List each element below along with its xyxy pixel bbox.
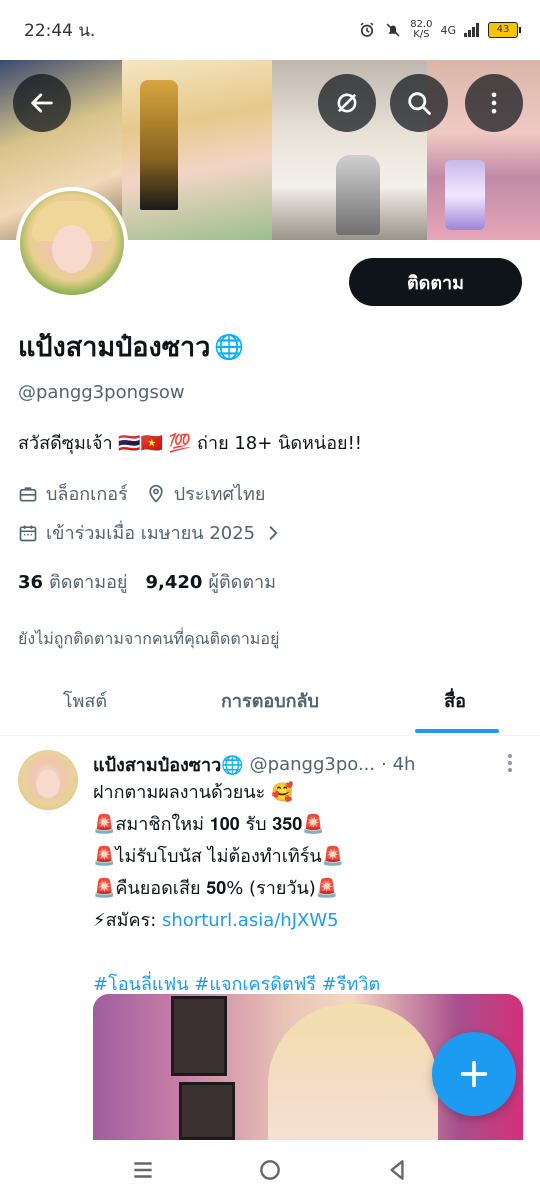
signal-icon	[464, 23, 479, 37]
followers-label: ผู้ติดตาม	[208, 572, 276, 593]
trophy-shape	[140, 80, 178, 210]
banner-photo-2	[122, 60, 272, 240]
post-signup-line: ⚡สมัคร: shorturl.asia/hJXW5	[93, 905, 523, 937]
battery-indicator: 43	[488, 22, 521, 38]
profile-avatar[interactable]	[16, 187, 128, 299]
mute-notification-icon	[386, 23, 400, 37]
profile-joined: เข้าร่วมเมื่อ เมษายน 2025	[46, 523, 256, 544]
post-header: แป้งสามป๋องซาว🌐 @pangg3po... · 4h	[93, 750, 523, 779]
network-speed: 82.0 K/S	[410, 19, 433, 40]
status-icons: 82.0 K/S 4G 43	[358, 19, 521, 40]
profile-category: บล็อกเกอร์	[46, 484, 128, 505]
post-line: 🚨ไม่รับโบนัส ไม่ต้องทำเทิร์น🚨	[93, 846, 345, 867]
profile-name-text: แป้งสามป๋องซาว	[18, 332, 211, 363]
signup-link[interactable]: shorturl.asia/hJXW5	[162, 910, 339, 931]
profile-bio: สวัสดีซุมเจ้า 🇹🇭🇻🇳 💯 ถ่าย 18+ นิดหน่อย!!	[18, 433, 362, 454]
followers-link[interactable]: 9,420 ผู้ติดตาม	[145, 567, 276, 596]
tab-posts[interactable]: โพสต์	[0, 666, 170, 735]
post-more-button[interactable]	[498, 750, 522, 776]
system-nav-bar	[0, 1140, 540, 1200]
network-type: 4G	[440, 23, 456, 37]
back-icon[interactable]	[384, 1157, 410, 1183]
location-pin-icon	[149, 484, 163, 503]
recent-apps-icon[interactable]	[130, 1157, 156, 1183]
back-button[interactable]	[13, 74, 71, 132]
post-avatar-face-shape	[36, 770, 60, 798]
mute-button[interactable]	[318, 74, 376, 132]
post-author-handle[interactable]: @pangg3po...	[250, 754, 375, 775]
alarm-icon	[360, 22, 374, 37]
compose-post-button[interactable]	[432, 1032, 516, 1116]
post-line: ฝากตามผลงานด้วยนะ 🥰	[93, 782, 294, 803]
following-count: 36	[18, 572, 44, 593]
status-time: 22:44 น.	[24, 20, 96, 41]
post-avatar[interactable]	[18, 750, 78, 810]
tab-replies[interactable]: การตอบกลับ	[170, 666, 370, 735]
profile-display-name: แป้งสามป๋องซาว 🌐	[18, 325, 244, 368]
following-link[interactable]: 36 ติดตามอยู่	[18, 567, 127, 596]
more-vertical-icon	[491, 92, 497, 114]
mute-icon	[337, 93, 357, 113]
home-icon[interactable]	[257, 1157, 283, 1183]
followers-count: 9,420	[145, 572, 203, 593]
back-arrow-icon	[31, 93, 53, 113]
hourglass-shape	[445, 160, 485, 230]
follow-button[interactable]: ติดตาม	[349, 258, 522, 306]
profile-meta-row: บล็อกเกอร์ ประเทศไทย	[18, 479, 265, 508]
profile-handle: @pangg3pongsow	[18, 382, 185, 403]
chevron-right-icon	[269, 525, 278, 540]
avatar-face-shape	[52, 225, 92, 273]
search-icon	[408, 92, 431, 115]
status-bar: 22:44 น. 82.0 K/S 4G 43	[0, 0, 540, 60]
statue-shape	[336, 155, 380, 235]
globe-emoji: 🌐	[214, 332, 245, 361]
profile-tabs: โพสต์ การตอบกลับ สื่อ	[0, 666, 540, 736]
tab-media[interactable]: สื่อ	[370, 666, 540, 735]
post-line: 🚨สมาชิกใหม่ 𝟏𝟎𝟎 รับ 𝟑𝟓𝟎🚨	[93, 814, 325, 835]
post-author-name[interactable]: แป้งสามป๋องซาว🌐	[93, 750, 244, 779]
more-options-button[interactable]	[465, 74, 523, 132]
calendar-icon	[19, 525, 37, 541]
poster-frame-shape	[171, 996, 227, 1076]
person-shape	[268, 1004, 438, 1140]
not-followed-note: ยังไม่ถูกติดตามจากคนที่คุณติดตามอยู่	[18, 629, 280, 648]
post-timestamp[interactable]: · 4h	[381, 754, 415, 775]
post-line: 🚨คืนยอดเสีย 𝟓𝟎% (รายวัน)🚨	[93, 878, 339, 899]
profile-stats: 36 ติดตามอยู่ 9,420 ผู้ติดตาม	[18, 567, 276, 596]
poster-frame-shape	[179, 1082, 235, 1140]
briefcase-icon	[19, 486, 37, 501]
following-label: ติดตามอยู่	[49, 572, 128, 593]
search-button[interactable]	[390, 74, 448, 132]
plus-icon	[460, 1060, 488, 1088]
post-body[interactable]: ฝากตามผลงานด้วยนะ 🥰 🚨สมาชิกใหม่ 𝟏𝟎𝟎 รับ …	[93, 777, 523, 1001]
profile-joined-row[interactable]: เข้าร่วมเมื่อ เมษายน 2025	[18, 518, 283, 547]
signup-prefix: ⚡สมัคร:	[93, 910, 162, 931]
profile-location: ประเทศไทย	[173, 484, 266, 505]
